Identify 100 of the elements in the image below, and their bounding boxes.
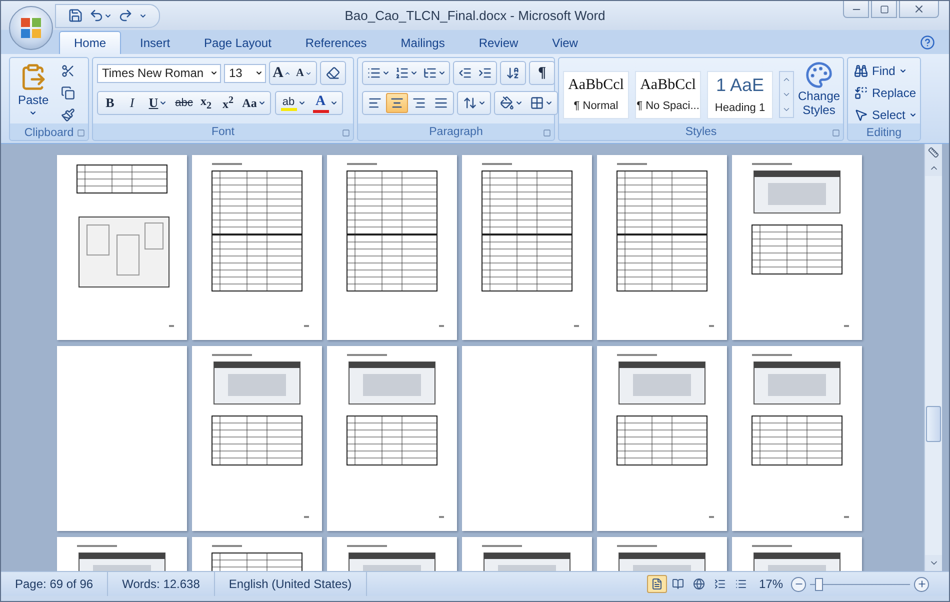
zoom-level[interactable]: 17% [750, 577, 791, 591]
highlight-button[interactable]: ab [277, 93, 309, 113]
ribbon-tab[interactable]: Review [464, 31, 534, 54]
up-caret-icon [284, 70, 292, 76]
more-caret-icon [782, 105, 791, 114]
format-button[interactable]: B [99, 93, 121, 113]
dialog-launcher-icon [342, 129, 350, 137]
caret-icon [899, 67, 908, 75]
group-label: Clipboard [10, 125, 88, 140]
dialog-launcher-icon [832, 129, 840, 137]
grow-font-button[interactable]: A [271, 63, 293, 83]
caret-icon [410, 69, 418, 77]
caret-icon [514, 99, 522, 107]
zoom-slider-thumb[interactable] [815, 578, 823, 591]
plus-icon [916, 579, 926, 589]
show-marks-button[interactable]: ¶ [531, 63, 553, 83]
paintbrush-icon [60, 108, 75, 122]
view-reading-icon [672, 578, 684, 590]
undo-button[interactable] [89, 8, 112, 23]
ribbon-tab[interactable]: Mailings [386, 31, 460, 54]
caret-icon [258, 99, 266, 107]
ribbon-tab[interactable]: View [537, 31, 593, 54]
group-label: Font [93, 124, 353, 140]
caret-icon [330, 99, 338, 107]
increase-indent-icon [478, 66, 492, 80]
style-tile[interactable]: AaBbCcl ¶ Normal [563, 70, 629, 118]
redo-button[interactable] [118, 8, 133, 23]
redo-icon [118, 8, 133, 23]
view-button[interactable] [646, 575, 667, 593]
down-caret-icon [304, 70, 312, 76]
editing-button[interactable]: Find [852, 61, 920, 81]
bullet-list-icon [366, 66, 380, 80]
editing-button[interactable]: Replace [852, 83, 920, 103]
eraser-icon [326, 66, 340, 80]
format-button[interactable]: x$^{2}$ [217, 93, 239, 113]
view-web-icon [692, 578, 705, 590]
zoom-slider[interactable] [810, 578, 910, 590]
group-label: Editing [865, 126, 903, 140]
font-name-field[interactable]: Times New Roman [97, 64, 221, 82]
align-justify-icon [434, 96, 448, 110]
scroll-thumb[interactable] [926, 406, 941, 442]
align-button[interactable] [386, 93, 408, 113]
change-styles-button[interactable]: Change Styles [798, 61, 840, 124]
decrease-indent-icon [458, 66, 472, 80]
view-print-icon [650, 578, 663, 590]
caret-icon [159, 99, 168, 107]
format-button[interactable]: I [121, 93, 143, 113]
customize-toolbar-button[interactable] [139, 12, 147, 20]
font-size-field[interactable]: 13 [224, 64, 266, 82]
line-spacing-icon [462, 96, 476, 110]
font-color-button[interactable]: A [309, 93, 341, 113]
save-button[interactable] [68, 8, 83, 23]
close-button[interactable] [899, 1, 939, 18]
format-button[interactable]: U [143, 93, 173, 113]
format-button[interactable]: x$_{2}$ [195, 93, 217, 113]
replace-icon [854, 86, 868, 100]
ribbon-tab[interactable]: Home [59, 31, 122, 54]
sort-icon [506, 66, 520, 80]
page-count[interactable]: Page: 69 of 96 [1, 572, 108, 596]
paste-button[interactable]: Paste [14, 61, 53, 125]
caret-icon [255, 69, 263, 77]
undo-icon [89, 8, 104, 23]
numbered-list-icon [394, 66, 408, 80]
zoom-in-button[interactable] [914, 576, 929, 592]
down-caret-icon [782, 90, 791, 99]
view-outline-icon [714, 578, 726, 590]
paint-bucket-icon [500, 96, 514, 110]
save-icon [68, 8, 83, 23]
style-tile[interactable]: 1 AaE Heading 1 [707, 70, 773, 118]
copy-icon [60, 86, 75, 100]
binoculars-icon [854, 64, 868, 78]
group-label: Styles [559, 124, 843, 140]
zoom-out-button[interactable] [791, 576, 806, 592]
ruler-toggle-button[interactable] [925, 144, 942, 160]
word-count[interactable]: Words: 12.638 [108, 572, 215, 596]
up-caret-icon [782, 75, 791, 84]
dialog-launcher-icon [543, 129, 551, 137]
multilevel-list-icon [422, 66, 436, 80]
close-icon [913, 3, 925, 15]
style-tile[interactable]: AaBbCcl ¶ No Spaci... [635, 70, 701, 118]
language-indicator[interactable]: English (United States) [214, 572, 367, 596]
ribbon-tab[interactable]: Insert [125, 31, 186, 54]
format-button[interactable]: Aa [239, 93, 269, 113]
align-right-icon [412, 96, 426, 110]
shrink-font-button[interactable]: A [293, 63, 315, 83]
caret-icon [104, 12, 112, 20]
ribbon-tab[interactable]: References [290, 31, 382, 54]
format-button[interactable]: abc [173, 93, 195, 113]
caret-icon [544, 99, 552, 107]
maximize-button[interactable] [871, 1, 897, 18]
ruler-icon [928, 146, 939, 158]
window-title: Bao_Cao_TLCN_Final.docx - Microsoft Word [344, 8, 606, 23]
caret-icon [909, 111, 918, 119]
ribbon-tab[interactable]: Page Layout [189, 31, 286, 54]
caret-icon [298, 99, 306, 107]
caret-icon [438, 69, 446, 77]
group-label: Paragraph [358, 124, 554, 140]
editing-button[interactable]: Select [852, 105, 920, 125]
pointer-icon [854, 108, 868, 122]
caret-icon [29, 109, 38, 117]
